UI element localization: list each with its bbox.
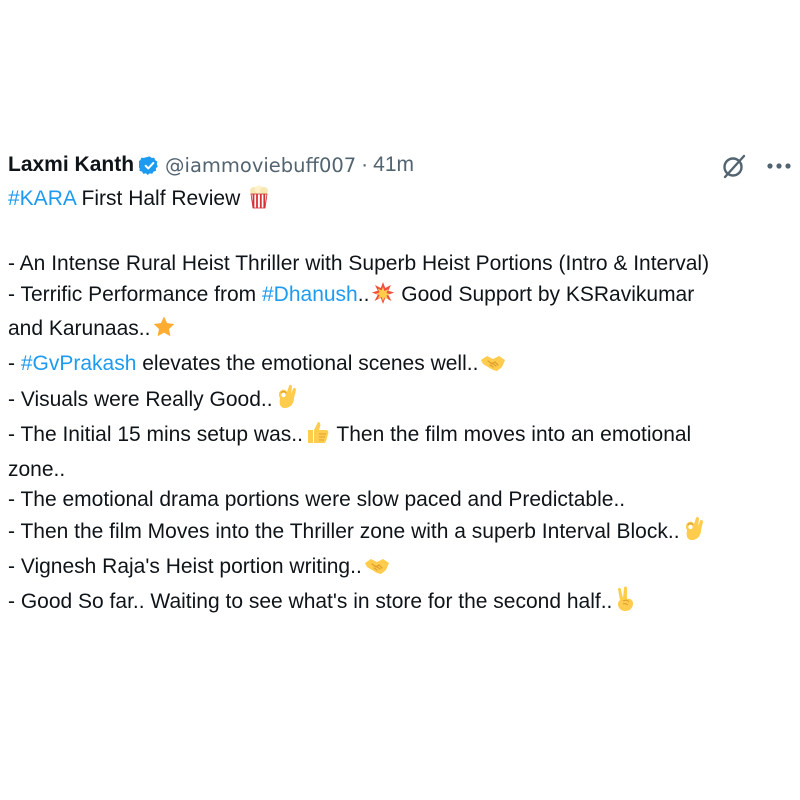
tweet-actions xyxy=(720,152,792,180)
tweet-header: Laxmi Kanth @iammoviebuff007 · 41m xyxy=(8,150,414,180)
tweet-line-5: and Karunaas.. xyxy=(8,314,798,349)
tweet-line-text: Then the film moves into an emotional xyxy=(330,423,692,447)
tweet-text: #KARA First Half Review - An Intense Rur… xyxy=(8,184,798,622)
grok-icon[interactable] xyxy=(720,152,748,180)
tweet-line-text: and Karunaas.. xyxy=(8,317,151,341)
tweet-line-9: zone.. xyxy=(8,457,66,481)
tweet-line-text: Good Support by KSRavikumar xyxy=(395,282,695,306)
author-handle[interactable]: @iammoviebuff007 xyxy=(165,154,356,177)
tweet-line-text: First Half Review xyxy=(75,187,247,210)
verified-badge-icon xyxy=(139,155,160,176)
separator-dot: · xyxy=(361,153,369,176)
collision-icon xyxy=(371,281,395,315)
tweet-line-4: - Terrific Performance from #Dhanush.. G… xyxy=(8,280,798,315)
tweet-timestamp[interactable]: 41m xyxy=(373,153,414,177)
tweet-line-6: - #GvPrakash elevates the emotional scen… xyxy=(8,349,798,384)
author-name[interactable]: Laxmi Kanth xyxy=(8,153,134,177)
tweet-line-text: - Then the film Moves into the Thriller … xyxy=(8,519,680,543)
hashtag-gvprakash[interactable]: #GvPrakash xyxy=(21,352,137,375)
handshake-icon xyxy=(364,555,390,587)
star-icon xyxy=(152,315,176,349)
hashtag-kara[interactable]: #KARA xyxy=(8,187,76,210)
tweet-line-13: - Good So far.. Waiting to see what's in… xyxy=(8,586,798,622)
hashtag-dhanush[interactable]: #Dhanush xyxy=(262,283,358,306)
tweet-line-text: - Good So far.. Waiting to see what's in… xyxy=(8,590,613,614)
tweet-line-text: elevates the emotional scenes well.. xyxy=(136,351,479,375)
tweet-line-2 xyxy=(8,219,798,250)
ok-hand-icon xyxy=(275,384,297,420)
thumbs-up-icon xyxy=(305,419,331,455)
tweet-line-text: - Visuals were Really Good.. xyxy=(8,387,273,411)
tweet-line-text: - xyxy=(8,351,21,375)
tweet-line-3: - An Intense Rural Heist Thriller with S… xyxy=(8,252,710,276)
tweet-line-text: - Vignesh Raja's Heist portion writing.. xyxy=(8,554,362,578)
tweet-line-text: .. xyxy=(357,282,370,306)
popcorn-icon xyxy=(248,185,270,219)
tweet-line-8: - The Initial 15 mins setup was.. Then t… xyxy=(8,419,798,455)
handshake-icon xyxy=(480,352,506,384)
ok-hand-icon xyxy=(682,516,704,552)
tweet-line-text: - Terrific Performance from xyxy=(8,282,262,306)
tweet-line-12: - Vignesh Raja's Heist portion writing.. xyxy=(8,552,798,587)
tweet-line-text: - The Initial 15 mins setup was.. xyxy=(8,423,303,447)
tweet-line-7: - Visuals were Really Good.. xyxy=(8,384,798,420)
tweet-line-11: - Then the film Moves into the Thriller … xyxy=(8,516,798,552)
tweet-line-10: - The emotional drama portions were slow… xyxy=(8,488,626,512)
victory-hand-icon xyxy=(614,586,636,622)
more-options-icon[interactable] xyxy=(766,162,792,170)
tweet-line-1: #KARA First Half Review xyxy=(8,184,798,219)
